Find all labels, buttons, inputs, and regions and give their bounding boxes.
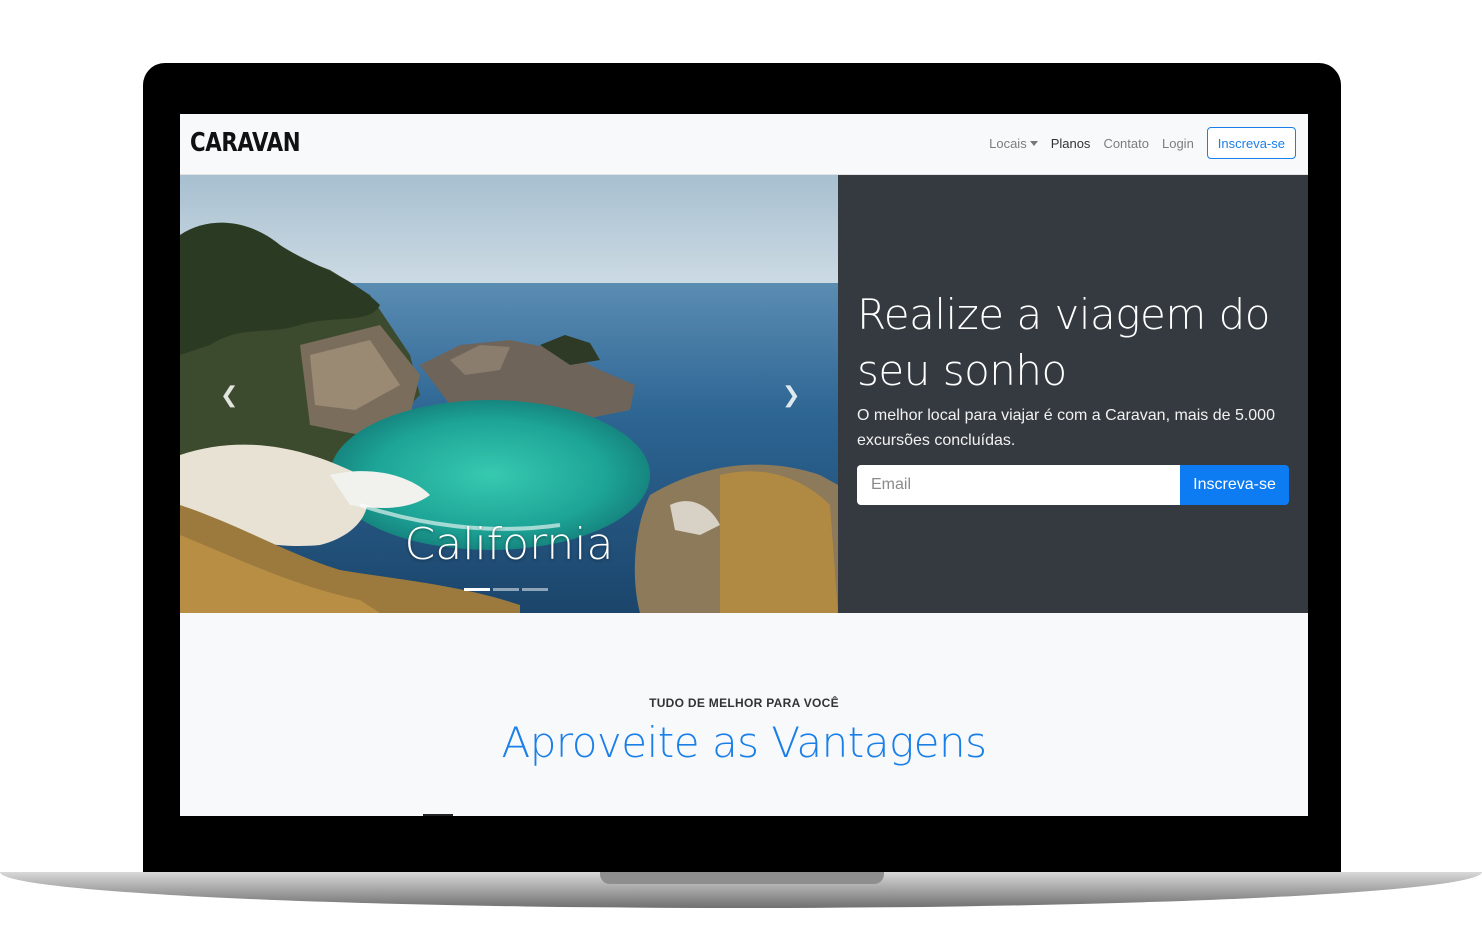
navbar: CARAVAN Locais Planos Contato Login Insc… xyxy=(180,114,1308,175)
nav-links: Locais Planos Contato Login Inscreva-se xyxy=(989,127,1296,159)
chevron-left-icon[interactable]: ❮ xyxy=(220,383,238,408)
carousel-indicator-1[interactable] xyxy=(464,588,490,591)
section-eyebrow: TUDO DE MELHOR PARA VOCÊ xyxy=(649,696,839,710)
carousel-caption: California xyxy=(404,519,614,570)
laptop-notch xyxy=(600,872,884,884)
nav-link-login[interactable]: Login xyxy=(1162,136,1194,151)
browser-screen: CARAVAN Locais Planos Contato Login Insc… xyxy=(180,114,1308,816)
signup-form: Inscreva-se xyxy=(857,465,1289,505)
caret-down-icon xyxy=(1029,140,1038,146)
navbar-signup-button[interactable]: Inscreva-se xyxy=(1206,127,1296,159)
carousel-indicator-2[interactable] xyxy=(493,588,519,591)
carousel-indicators xyxy=(464,588,551,591)
carousel-indicator-3[interactable] xyxy=(522,588,548,591)
hero-signup-button[interactable]: Inscreva-se xyxy=(1180,465,1289,505)
brand-logo[interactable]: CARAVAN xyxy=(190,128,301,158)
hero-panel: Realize a viagem do seu sonho O melhor l… xyxy=(838,175,1308,613)
email-input[interactable] xyxy=(857,465,1180,505)
divider xyxy=(423,814,453,816)
hero-text: O melhor local para viajar é com a Carav… xyxy=(857,407,1275,449)
carousel: ❮ ❯ California xyxy=(180,175,838,613)
nav-link-locais-label: Locais xyxy=(989,135,1027,151)
hero-title: Realize a viagem do seu sonho xyxy=(857,290,1270,395)
nav-link-contato[interactable]: Contato xyxy=(1103,136,1149,151)
section-title: Aproveite as Vantagens xyxy=(501,718,987,767)
chevron-right-icon[interactable]: ❯ xyxy=(782,383,800,408)
nav-link-locais[interactable]: Locais xyxy=(989,136,1038,151)
nav-link-planos[interactable]: Planos xyxy=(1051,136,1091,151)
